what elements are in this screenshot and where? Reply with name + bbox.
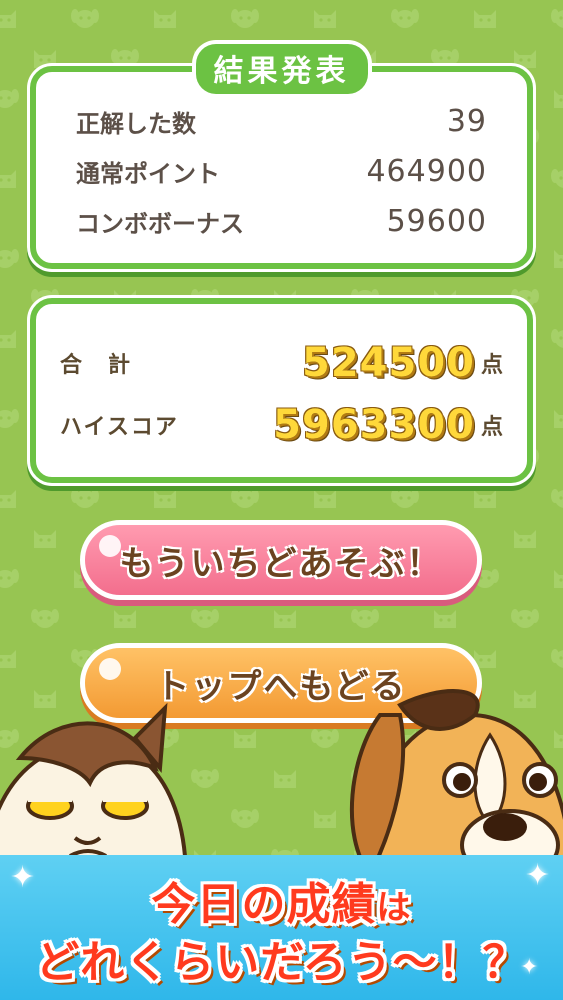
dog-face-pattern-icon	[550, 4, 563, 30]
highscore-label: ハイスコア	[60, 415, 179, 440]
cat-face-pattern-icon	[470, 4, 500, 30]
cat-face-pattern-icon	[310, 4, 340, 30]
cat-face-pattern-icon	[0, 644, 20, 670]
dog-face-pattern-icon	[550, 324, 563, 350]
dog-face-pattern-icon	[230, 484, 260, 510]
highscore-row: ハイスコア 5963300 点	[60, 402, 503, 448]
total-score: 524500	[301, 340, 475, 386]
dog-face-pattern-icon	[70, 484, 100, 510]
cat-face-pattern-icon	[30, 524, 60, 550]
cat-face-pattern-icon	[110, 604, 140, 630]
dog-face-pattern-icon	[390, 484, 420, 510]
cat-face-pattern-icon	[550, 404, 563, 430]
highscore-unit: 点	[480, 415, 503, 440]
button-gloss	[99, 658, 121, 680]
dog-face-pattern-icon	[0, 404, 20, 430]
correct-count-value: 39	[446, 104, 487, 139]
play-again-label: もういちどあそぶ！	[119, 543, 443, 584]
dog-face-pattern-icon	[350, 604, 380, 630]
correct-count-row: 正解した数 39	[76, 104, 487, 139]
dog-face-pattern-icon	[510, 604, 540, 630]
cat-face-pattern-icon	[270, 604, 300, 630]
cat-face-pattern-icon	[550, 564, 563, 590]
banner-subline: どれくらいだろう〜！？	[35, 937, 528, 988]
result-card: 結果発表 正解した数 39 通常ポイント 464900 コンボボーナス 5960…	[30, 44, 533, 269]
dog-face-pattern-icon	[0, 244, 20, 270]
cat-face-pattern-icon	[550, 244, 563, 270]
highscore-value: 5963300	[273, 402, 475, 448]
combo-bonus-value: 59600	[386, 204, 487, 239]
dog-face-pattern-icon	[550, 164, 563, 190]
total-card: 合 計 524500 点 ハイスコア 5963300 点	[30, 298, 533, 483]
dog-face-pattern-icon	[310, 724, 340, 750]
total-row: 合 計 524500 点	[60, 340, 503, 386]
banner-headline: 今日の成績は	[0, 868, 563, 932]
dog-face-pattern-icon	[190, 604, 220, 630]
cat-face-pattern-icon	[270, 764, 300, 790]
cat-face-pattern-icon	[310, 484, 340, 510]
dog-face-pattern-icon	[0, 564, 20, 590]
cat-face-pattern-icon	[310, 804, 340, 830]
cat-face-pattern-icon	[230, 724, 260, 750]
result-title: 結果発表	[195, 44, 368, 94]
dog-face-pattern-icon	[390, 4, 420, 30]
banner-line1-particle: は	[376, 888, 412, 928]
dog-face-pattern-icon	[550, 484, 563, 510]
total-label: 合 計	[60, 353, 133, 378]
cat-face-pattern-icon	[0, 4, 20, 30]
total-unit: 点	[480, 353, 503, 378]
combo-bonus-label: コンボボーナス	[76, 210, 244, 238]
dog-face-pattern-icon	[230, 804, 260, 830]
cat-face-pattern-icon	[0, 164, 20, 190]
cat-face-pattern-icon	[0, 324, 20, 350]
cat-face-pattern-icon	[430, 604, 460, 630]
dog-face-pattern-icon	[550, 644, 563, 670]
combo-bonus-row: コンボボーナス 59600	[76, 204, 487, 239]
cat-face-pattern-icon	[150, 484, 180, 510]
normal-points-label: 通常ポイント	[76, 160, 220, 188]
button-gloss	[99, 535, 121, 557]
normal-points-value: 464900	[366, 154, 487, 189]
dog-face-pattern-icon	[230, 4, 260, 30]
cat-face-pattern-icon	[0, 484, 20, 510]
cat-face-pattern-icon	[470, 484, 500, 510]
dog-face-pattern-icon	[190, 764, 220, 790]
correct-count-label: 正解した数	[76, 110, 196, 138]
play-again-button[interactable]: もういちどあそぶ！	[80, 520, 482, 600]
cat-face-pattern-icon	[550, 84, 563, 110]
dog-face-pattern-icon	[0, 84, 20, 110]
cat-face-pattern-icon	[150, 4, 180, 30]
cat-face-pattern-icon	[510, 524, 540, 550]
dog-face-pattern-icon	[30, 604, 60, 630]
banner-line1-main: 今日の成績	[151, 879, 377, 930]
dog-face-pattern-icon	[70, 4, 100, 30]
normal-points-row: 通常ポイント 464900	[76, 154, 487, 189]
